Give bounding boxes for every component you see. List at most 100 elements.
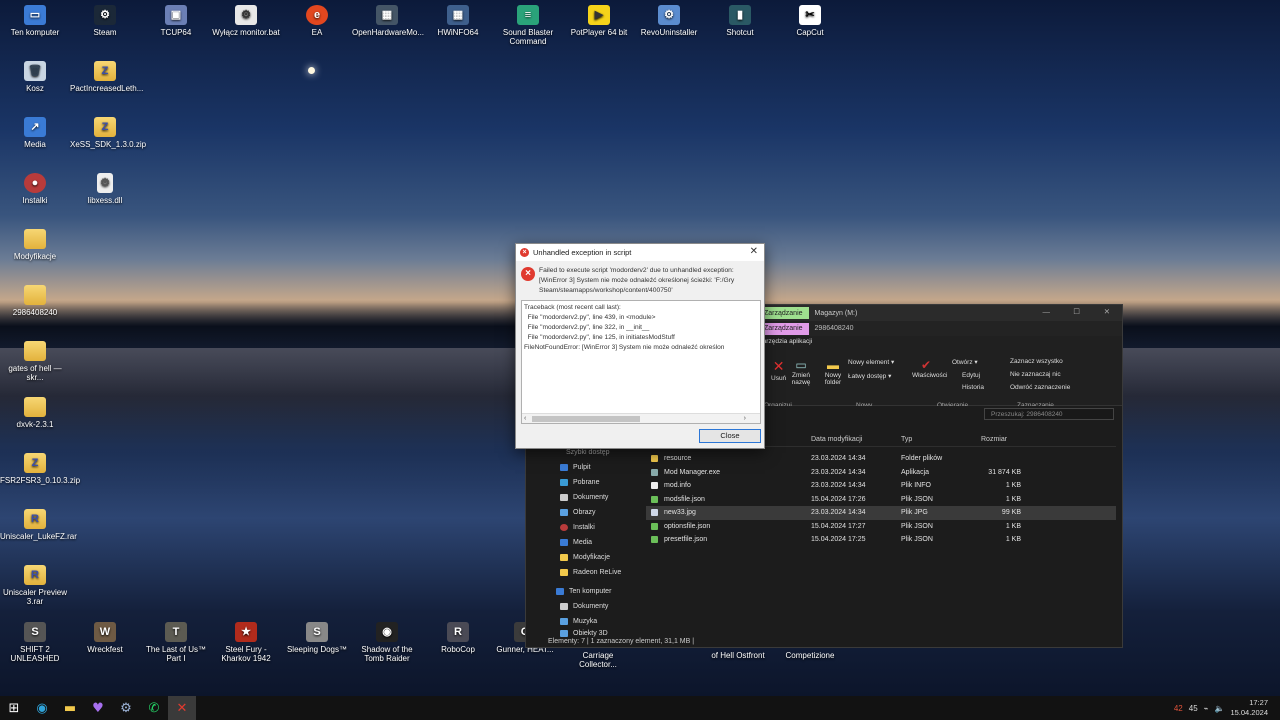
desktop-icon-hwinfo[interactable]: ▦ HWiNFO64 (423, 5, 493, 37)
tab-narzedzia[interactable]: Narzędzia aplikacji (758, 338, 812, 345)
table-row[interactable]: modsfile.json 15.04.2024 17:26 Plik JSON 1 … (646, 493, 1116, 507)
desktop-icon-revo[interactable]: ⚙ RevoUninstaller (634, 5, 704, 37)
start-button[interactable]: ⊞ (0, 696, 28, 720)
column-date[interactable]: Data modyfikacji (811, 436, 901, 443)
select-none-button[interactable]: Nie zaznaczaj nic (1010, 371, 1061, 378)
desktop-icon-shotcut[interactable]: ▮ Shotcut (705, 5, 775, 37)
search-input[interactable]: Przeszukaj: 2986408240 (984, 408, 1114, 420)
game-icon: ★ (235, 622, 257, 642)
desktop-icon-recycle[interactable]: 🗑 Kosz (0, 61, 70, 93)
desktop-icon-gates-of-hell[interactable]: gates of hell — skr... (0, 341, 70, 382)
desktop-icon-media[interactable]: ↗ Media (0, 117, 70, 149)
network-icon[interactable]: ⌁ (1204, 704, 1209, 713)
horizontal-scrollbar[interactable]: ‹ › (522, 413, 760, 423)
nav-item-instalki[interactable]: Instalki (526, 520, 636, 535)
nav-item-modyfikacje[interactable]: Modyfikacje (526, 550, 636, 565)
new-folder-button[interactable]: ▬ Nowy folder (822, 358, 844, 386)
nav-item-dokumenty-2[interactable]: Dokumenty (526, 599, 636, 614)
nav-item-radeon[interactable]: Radeon ReLive (526, 565, 636, 580)
pictures-icon (560, 509, 568, 516)
status-bar: Elementy: 7 | 1 zaznaczony element, 31,1… (548, 637, 695, 645)
nav-item-media[interactable]: Media (526, 535, 636, 550)
desktop-icon-xess[interactable]: Z XeSS_SDK_1.3.0.zip (70, 117, 146, 149)
desktop-icon-bat[interactable]: ⚙ Wyłącz monitor.bat (211, 5, 281, 37)
maximize-icon[interactable]: ☐ (1073, 307, 1080, 316)
desktop-icon-partial-2[interactable]: of Hell Ostfront (703, 651, 773, 660)
table-row-selected[interactable]: new33.jpg 23.03.2024 14:34 Plik JPG 99 KB (646, 506, 1116, 520)
scrollbar-thumb[interactable] (532, 416, 640, 422)
desktop-icon-steelfury[interactable]: ★ Steel Fury - Kharkov 1942 (211, 622, 281, 663)
tab-zarzadzanie-2[interactable]: Zarządzanie (758, 322, 809, 335)
edit-button[interactable]: Edytuj (962, 372, 980, 379)
minimize-icon[interactable]: — (1043, 307, 1051, 316)
desktop-icon-tcup64[interactable]: ▣ TCUP64 (141, 5, 211, 37)
scroll-left-icon[interactable]: ‹ (524, 414, 526, 424)
select-all-button[interactable]: Zaznacz wszystko (1010, 358, 1063, 365)
tray-num-2: 45 (1188, 703, 1198, 713)
nav-item-this-pc[interactable]: Ten komputer (526, 584, 636, 599)
taskbar-edge[interactable]: ◉ (28, 696, 56, 720)
desktop-icon-libxess[interactable]: ⚙ libxess.dll (70, 173, 140, 205)
rename-button[interactable]: ▭ Zmień nazwę (791, 358, 811, 386)
desktop-icon-partial-3[interactable]: Competizione (775, 651, 845, 660)
desktop-icon-ea[interactable]: e EA (282, 5, 352, 37)
exception-dialog[interactable]: × Unhandled exception in script ✕ × Fail… (515, 243, 765, 449)
close-icon[interactable]: ✕ (1104, 307, 1110, 316)
desktop-icon-steam[interactable]: ⚙ Steam (70, 5, 140, 37)
taskbar-app-purple[interactable]: ♥ (84, 696, 112, 720)
desktop-icon-shift2[interactable]: S SHIFT 2 UNLEASHED (0, 622, 70, 663)
desktop-icon-soundblaster[interactable]: ≡ Sound Blaster Command (493, 5, 563, 46)
taskbar-explorer[interactable]: ▬ (56, 696, 84, 720)
table-row[interactable]: presetfile.json 15.04.2024 17:25 Plik JSON… (646, 533, 1116, 547)
scroll-right-icon[interactable]: › (744, 414, 746, 424)
desktop-icon-pact[interactable]: Z PactIncreasedLeth... (70, 61, 143, 93)
invert-selection-button[interactable]: Odwróć zaznaczenie (1010, 384, 1070, 391)
recycle-bin-icon: 🗑 (24, 61, 46, 81)
table-row[interactable]: mod.info 23.03.2024 14:34 Plik INFO 1 KB (646, 479, 1116, 493)
desktop-icon-uniscaler-preview[interactable]: R Uniscaler Preview 3.rar (0, 565, 70, 606)
clock[interactable]: 17:27 15.04.2024 (1230, 698, 1268, 718)
taskbar-whatsapp[interactable]: ✆ (140, 696, 168, 720)
rar-icon: R (24, 565, 46, 585)
open-button[interactable]: Otwórz ▾ (952, 358, 978, 366)
table-row[interactable]: resource 23.03.2024 14:34 Folder plików (646, 452, 1116, 466)
desktop-icon-modyfikacje[interactable]: Modyfikacje (0, 229, 70, 261)
new-element-button[interactable]: Nowy element ▾ (848, 358, 894, 366)
desktop-icon-partial-1[interactable]: Carriage Collector... (563, 651, 633, 669)
desktop-icon-uniscaler[interactable]: R Uniscaler_LukeFZ.rar (0, 509, 77, 541)
table-row[interactable]: optionsfile.json 15.04.2024 17:27 Plik JSO… (646, 520, 1116, 534)
desktop-icon-wreckfest[interactable]: W Wreckfest (70, 622, 140, 654)
desktop-icon-capcut[interactable]: ✂ CapCut (775, 5, 845, 37)
desktop-icon-dxvk[interactable]: dxvk-2.3.1 (0, 397, 70, 429)
nav-item-pulpit[interactable]: Pulpit (526, 460, 636, 475)
desktop-icon-computer[interactable]: ▭ Ten komputer (0, 5, 70, 37)
close-button[interactable]: Close (699, 429, 761, 443)
nav-item-pobrane[interactable]: Pobrane (526, 475, 636, 490)
delete-button[interactable]: ✕ Usuń (771, 358, 786, 382)
properties-button[interactable]: ✔ Właściwości (912, 358, 947, 379)
desktop-icon-openhardware[interactable]: ▦ OpenHardwareMo... (352, 5, 424, 37)
desktop-icon-robocop[interactable]: R RoboCop (423, 622, 493, 654)
easy-access-button[interactable]: Łatwy dostęp ▾ (848, 372, 891, 380)
desktop-icon-potplayer[interactable]: ▶ PotPlayer 64 bit (564, 5, 634, 37)
desktop-icon-tombraider[interactable]: ◉ Shadow of the Tomb Raider (352, 622, 422, 663)
desktop-icon-tlou[interactable]: T The Last of Us™ Part I (141, 622, 211, 663)
desktop-icon-instalki[interactable]: ● Instalki (0, 173, 70, 205)
column-size[interactable]: Rozmiar (981, 436, 1021, 443)
tab-zarzadzanie-1[interactable]: Zarządzanie (758, 307, 809, 319)
nav-item-muzyka[interactable]: Muzyka (526, 614, 636, 629)
nav-item-dokumenty[interactable]: Dokumenty (526, 490, 636, 505)
column-type[interactable]: Typ (901, 436, 981, 443)
traceback-textbox[interactable]: Traceback (most recent call last): File … (521, 300, 761, 424)
nav-item-obrazy[interactable]: Obrazy (526, 505, 636, 520)
speaker-icon[interactable]: 🔈 (1214, 704, 1224, 713)
close-icon[interactable]: ✕ (750, 246, 758, 257)
taskbar-error-app[interactable]: ✕ (168, 696, 196, 720)
folder-icon (24, 285, 46, 305)
desktop-icon-2986408240[interactable]: 2986408240 (0, 285, 70, 317)
history-button[interactable]: Historia (962, 384, 984, 391)
taskbar-app-steam[interactable]: ⚙ (112, 696, 140, 720)
desktop-icon-fsr[interactable]: Z FSR2FSR3_0.10.3.zip (0, 453, 80, 485)
table-row[interactable]: Mod Manager.exe 23.03.2024 14:34 Aplikacja… (646, 466, 1116, 480)
desktop-icon-sleepingdogs[interactable]: S Sleeping Dogs™ (282, 622, 352, 654)
